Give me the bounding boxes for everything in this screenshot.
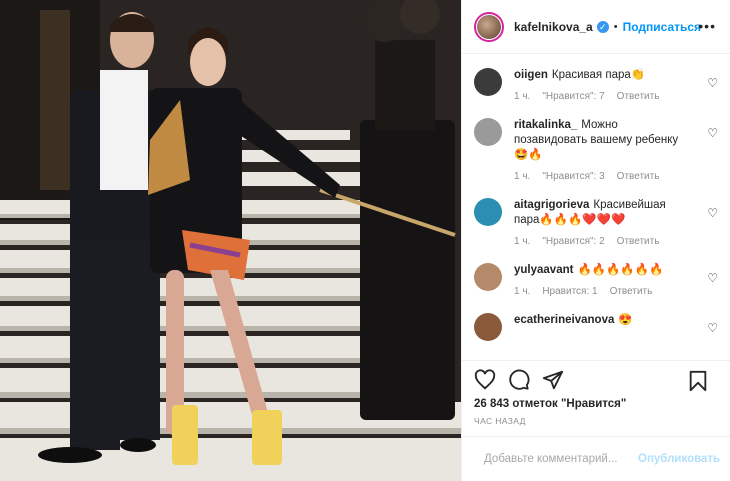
comment-item: oiigen Красивая пара👏 1 ч. "Нравится": 7 От… — [474, 68, 718, 102]
commenter-avatar[interactable] — [474, 118, 502, 146]
reply-button[interactable]: Ответить — [617, 91, 660, 102]
comment-time[interactable]: 1 ч. — [514, 286, 530, 297]
comment-item: yulyaavant 🔥🔥🔥🔥🔥🔥 1 ч. Нравится: 1 Ответить… — [474, 263, 718, 297]
commenter-avatar[interactable] — [474, 198, 502, 226]
comment-time[interactable]: 1 ч. — [514, 171, 530, 182]
instagram-post: kafelnikova_a ✓ • Подписаться ••• oiigen… — [0, 0, 730, 481]
reply-button[interactable]: Ответить — [617, 236, 660, 247]
comment-text: 🔥🔥🔥🔥🔥🔥 — [577, 264, 664, 276]
comment-icon[interactable] — [508, 369, 530, 391]
share-icon[interactable] — [542, 369, 564, 391]
post-actions-bar — [462, 360, 730, 398]
comment-likes[interactable]: Нравится: 1 — [542, 286, 597, 297]
comment-input[interactable] — [484, 453, 638, 465]
post-header: kafelnikova_a ✓ • Подписаться ••• — [462, 0, 730, 54]
comment-likes[interactable]: "Нравится": 3 — [542, 171, 604, 182]
bookmark-icon[interactable] — [688, 370, 708, 392]
commenter-username[interactable]: aitagrigorieva — [514, 199, 589, 211]
comments-list[interactable]: oiigen Красивая пара👏 1 ч. "Нравится": 7 От… — [462, 54, 730, 360]
post-timestamp[interactable]: ЧАС НАЗАД — [462, 410, 730, 436]
post-photo[interactable] — [0, 0, 461, 481]
more-options-icon[interactable]: ••• — [698, 18, 716, 34]
reply-button[interactable]: Ответить — [610, 286, 653, 297]
comment-item: ecatherineivanova 😍 ♡ — [474, 313, 718, 341]
photo-illustration — [0, 0, 461, 481]
comment-text: Красивая пара👏 — [551, 69, 646, 81]
comment-like-icon[interactable]: ♡ — [707, 271, 718, 285]
header-separator: • — [613, 20, 618, 33]
commenter-avatar[interactable] — [474, 68, 502, 96]
likes-count[interactable]: 26 843 отметок "Нравится" — [462, 398, 730, 410]
comment-time[interactable]: 1 ч. — [514, 236, 530, 247]
commenter-avatar[interactable] — [474, 313, 502, 341]
author-avatar[interactable] — [474, 11, 504, 42]
follow-button[interactable]: Подписаться — [623, 20, 701, 34]
like-icon[interactable] — [474, 368, 496, 391]
comment-like-icon[interactable]: ♡ — [707, 76, 718, 90]
comment-item: ritakalinka_ Можно позавидовать вашему ре… — [474, 118, 718, 182]
post-side-panel: kafelnikova_a ✓ • Подписаться ••• oiigen… — [461, 0, 730, 481]
commenter-username[interactable]: yulyaavant — [514, 264, 573, 276]
publish-button[interactable]: Опубликовать — [638, 453, 720, 465]
comment-likes[interactable]: "Нравится": 2 — [542, 236, 604, 247]
commenter-avatar[interactable] — [474, 263, 502, 291]
reply-button[interactable]: Ответить — [617, 171, 660, 182]
comment-item: aitagrigorieva Красивейшая пара🔥🔥🔥❤️❤️❤️ … — [474, 198, 718, 247]
comment-like-icon[interactable]: ♡ — [707, 321, 718, 335]
comment-like-icon[interactable]: ♡ — [707, 126, 718, 140]
author-username[interactable]: kafelnikova_a — [514, 20, 593, 34]
commenter-username[interactable]: ecatherineivanova — [514, 314, 614, 326]
add-comment-bar: Опубликовать — [462, 436, 730, 481]
comment-like-icon[interactable]: ♡ — [707, 206, 718, 220]
comment-likes[interactable]: "Нравится": 7 — [542, 91, 604, 102]
commenter-username[interactable]: ritakalinka_ — [514, 119, 577, 131]
verified-badge-icon: ✓ — [596, 20, 609, 33]
commenter-username[interactable]: oiigen — [514, 69, 548, 81]
comment-time[interactable]: 1 ч. — [514, 91, 530, 102]
comment-text: 😍 — [618, 314, 633, 326]
